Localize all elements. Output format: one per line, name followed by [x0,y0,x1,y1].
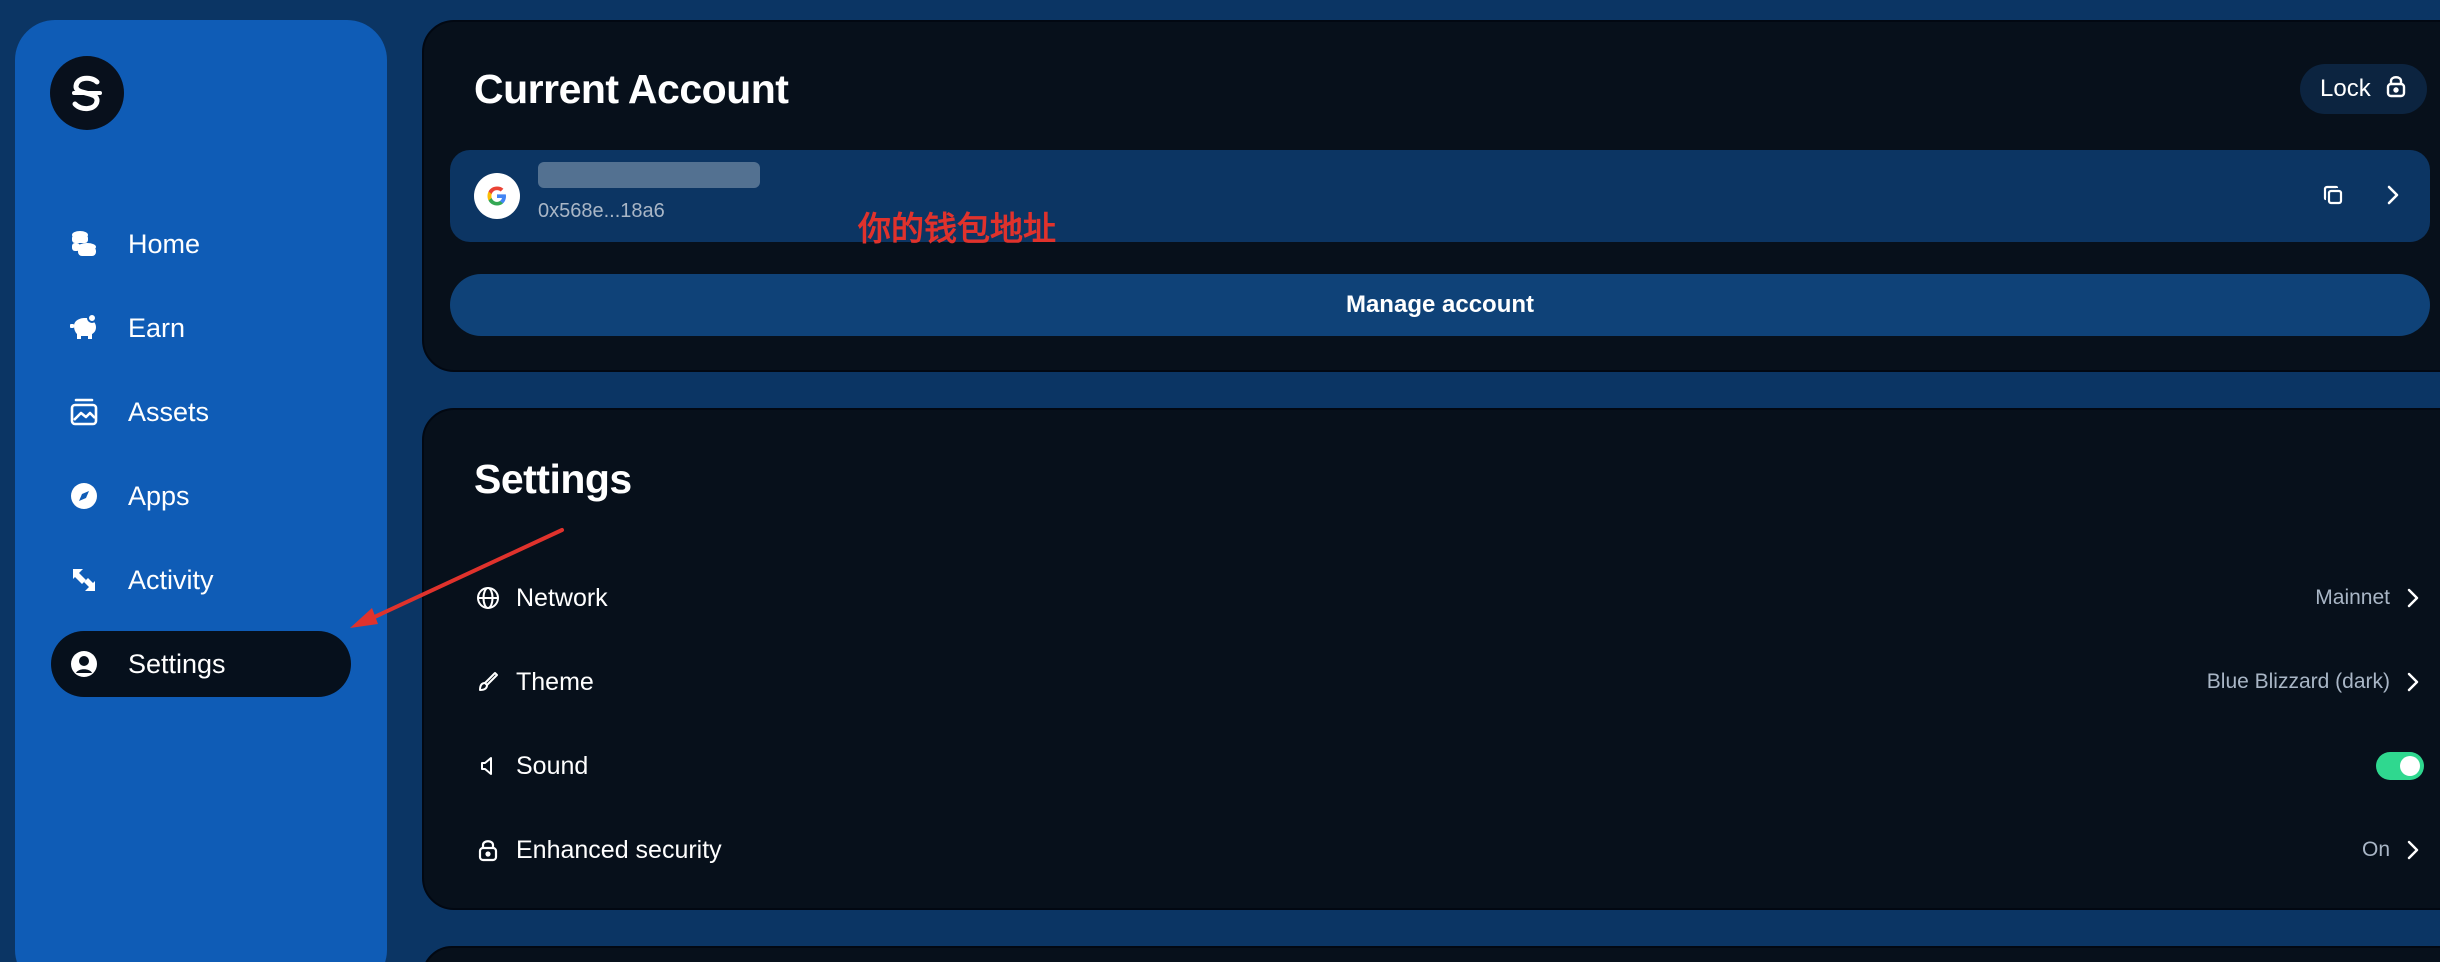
lock-button-label: Lock [2320,75,2371,102]
settings-title: Settings [474,456,632,502]
sidebar-item-apps[interactable]: Apps [51,463,351,529]
account-row[interactable]: 0x568e...18a6 你的钱包地址 [450,150,2430,248]
current-account-card: Current Account Lock 0x568e...18a6 你的钱包地… [422,20,2440,372]
sidebar-item-label: Apps [128,480,190,511]
lock-icon [2385,74,2407,105]
sound-toggle[interactable] [2376,752,2424,780]
settings-card: Settings Network Mainnet Theme Blue Bliz… [422,408,2440,910]
setting-value: Mainnet [2315,586,2390,609]
setting-label: Theme [516,667,594,696]
address-annotation: 你的钱包地址 [858,209,1056,248]
swap-arrows-icon [67,563,101,597]
sidebar-item-label: Activity [128,564,214,595]
speaker-icon [474,752,502,780]
sidebar-item-activity[interactable]: Activity [51,547,351,613]
toggle-knob [2400,756,2420,776]
sidebar: Home Earn Assets Apps Activity Settings [15,20,387,962]
sidebar-item-home[interactable]: Home [51,211,351,277]
setting-sound[interactable]: Sound [474,724,2424,808]
coins-icon [67,227,101,261]
setting-label: Network [516,583,608,612]
sidebar-item-label: Earn [128,312,186,343]
user-circle-icon [67,647,101,681]
chevron-right-icon[interactable] [2378,180,2408,210]
image-gallery-icon [67,395,101,429]
sidebar-item-label: Assets [128,396,210,427]
globe-icon [474,584,502,612]
next-card [422,946,2440,962]
sidebar-item-settings[interactable]: Settings [51,631,351,697]
sidebar-item-label: Home [128,228,201,259]
sidebar-item-earn[interactable]: Earn [51,295,351,361]
setting-enhanced-security[interactable]: Enhanced security On [474,808,2424,892]
chevron-right-icon [2402,671,2424,693]
chevron-right-icon [2402,839,2424,861]
lock-icon [474,836,502,864]
sidebar-nav: Home Earn Assets Apps Activity Settings [51,211,351,715]
account-name-redacted [538,162,760,188]
setting-value: On [2361,838,2390,861]
manage-account-button[interactable]: Manage account [450,274,2430,336]
setting-network[interactable]: Network Mainnet [474,556,2424,640]
google-icon [474,173,520,219]
sidebar-item-label: Settings [128,648,226,679]
copy-icon[interactable] [2318,180,2348,210]
setting-label: Enhanced security [516,835,722,864]
setting-theme[interactable]: Theme Blue Blizzard (dark) [474,640,2424,724]
sidebar-item-assets[interactable]: Assets [51,379,351,445]
account-row-actions [2318,180,2408,210]
compass-icon [67,479,101,513]
setting-value: Blue Blizzard (dark) [2206,670,2390,693]
current-account-title: Current Account [474,66,789,112]
brush-icon [474,668,502,696]
sui-logo-icon[interactable] [50,56,124,130]
lock-button[interactable]: Lock [2300,64,2427,114]
wallet-address: 0x568e...18a6 [538,200,665,222]
setting-label: Sound [516,751,589,780]
piggy-bank-icon [67,311,101,345]
chevron-right-icon [2402,587,2424,609]
settings-list: Network Mainnet Theme Blue Blizzard (dar… [474,556,2424,892]
